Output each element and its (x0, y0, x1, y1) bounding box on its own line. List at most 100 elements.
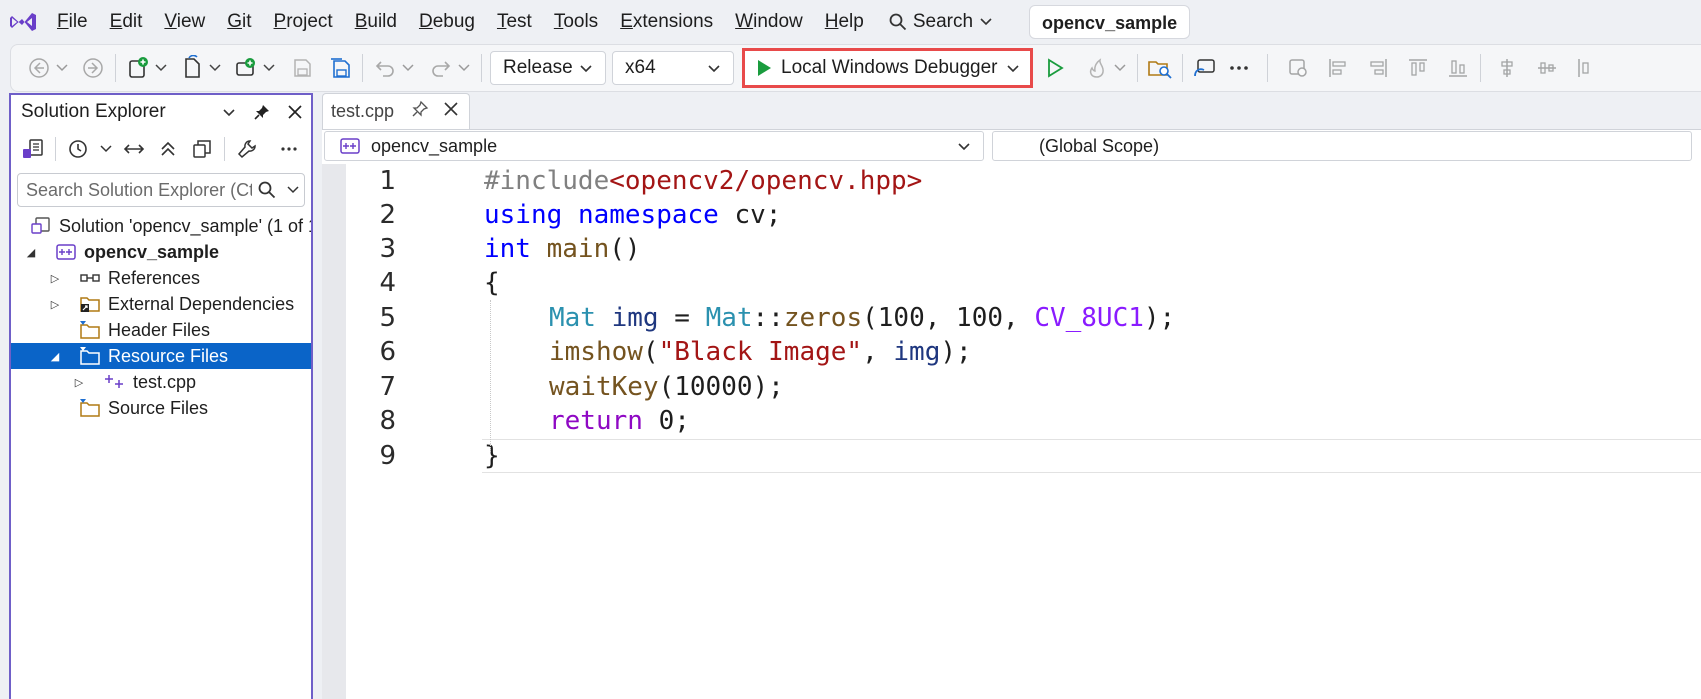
menu-extensions[interactable]: Extensions (609, 5, 724, 39)
redo-button[interactable] (427, 50, 455, 86)
collapsed-triangle-icon[interactable]: ▷ (72, 376, 86, 389)
code-token: using (484, 200, 563, 230)
project-dropdown-value: opencv_sample (371, 135, 498, 156)
code-line[interactable]: 7 waitKey(10000); (322, 370, 1701, 404)
pending-changes-filter-button[interactable] (62, 133, 94, 165)
tree-item-header-files[interactable]: Header Files (11, 317, 311, 343)
show-all-files-button[interactable] (186, 133, 218, 165)
chevron-down-icon (155, 64, 167, 72)
close-tab-button[interactable] (443, 101, 459, 122)
code-line[interactable]: 5 Mat img = Mat::zeros(100, 100, CV_8UC1… (322, 301, 1701, 335)
code-line[interactable]: 9 } (322, 439, 1701, 473)
more-options-button[interactable] (273, 133, 305, 165)
solution-platform-combo[interactable]: x64 (612, 51, 734, 85)
tree-item-external-dependencies[interactable]: ▷ External Dependencies (11, 291, 311, 317)
solution-explorer-search-input[interactable] (26, 179, 252, 201)
redo-dropdown[interactable] (455, 64, 473, 72)
center-vertically-button[interactable] (1533, 50, 1561, 86)
expanded-triangle-icon[interactable]: ◢ (24, 246, 38, 259)
code-line[interactable]: 4 { (322, 266, 1701, 300)
collapsed-triangle-icon[interactable]: ▷ (48, 298, 62, 311)
navigate-back-dropdown[interactable] (53, 64, 71, 72)
code-text-area[interactable]: 1 #include<opencv2/opencv.hpp> 2 using n… (322, 164, 1701, 699)
open-file-button[interactable] (178, 50, 206, 86)
code-line[interactable]: 2 using namespace cv; (322, 198, 1701, 232)
new-project-button[interactable] (124, 50, 152, 86)
save-button[interactable] (288, 50, 316, 86)
menu-view[interactable]: View (153, 5, 216, 39)
menu-window[interactable]: Window (724, 5, 814, 39)
layout-tool-button[interactable] (1284, 50, 1312, 86)
toolbar-overflow-button[interactable] (1225, 50, 1253, 86)
new-project-icon (129, 57, 148, 78)
tree-item-resource-files[interactable]: ◢ Resource Files (11, 343, 311, 369)
menu-edit[interactable]: Edit (99, 5, 154, 39)
search-menu[interactable]: Search (879, 5, 1003, 39)
menu-git[interactable]: Git (216, 5, 262, 39)
tree-item-source-files[interactable]: Source Files (11, 395, 311, 421)
add-item-button[interactable] (232, 50, 260, 86)
code-token: <opencv2/opencv.hpp> (609, 166, 923, 196)
live-share-button[interactable] (1191, 50, 1219, 86)
visual-studio-logo-icon[interactable] (0, 0, 46, 44)
toolbar-separator (481, 54, 482, 82)
align-top-button[interactable] (1404, 50, 1432, 86)
menu-build[interactable]: Build (344, 5, 408, 39)
add-item-dropdown[interactable] (260, 64, 278, 72)
tree-item-project[interactable]: ◢ opencv_sample (11, 239, 311, 265)
undo-dropdown[interactable] (399, 64, 417, 72)
navigate-back-button[interactable] (25, 50, 53, 86)
start-without-debugging-button[interactable] (1041, 50, 1069, 86)
menu-debug[interactable]: Debug (408, 5, 486, 39)
toolbar-separator (1136, 54, 1138, 82)
menu-help[interactable]: Help (814, 5, 875, 39)
tree-item-test-cpp[interactable]: ▷ test.cpp (11, 369, 311, 395)
close-panel-button[interactable] (278, 104, 311, 120)
tree-item-solution[interactable]: Solution 'opencv_sample' (1 of 1 (11, 213, 311, 239)
tree-item-references[interactable]: ▷ References (11, 265, 311, 291)
open-file-dropdown[interactable] (206, 64, 224, 72)
auto-hide-button[interactable] (245, 103, 278, 121)
new-project-dropdown[interactable] (152, 64, 170, 72)
properties-button[interactable] (231, 133, 263, 165)
hot-reload-dropdown[interactable] (1111, 64, 1129, 72)
menu-tools[interactable]: Tools (543, 5, 609, 39)
save-all-button[interactable] (326, 50, 354, 86)
menu-file[interactable]: File (46, 5, 99, 39)
pending-changes-filter-dropdown[interactable] (96, 133, 116, 165)
menu-test[interactable]: Test (486, 5, 543, 39)
center-horizontally-button[interactable] (1493, 50, 1521, 86)
tab-test-cpp[interactable]: test.cpp (322, 93, 470, 129)
code-line[interactable]: 3 int main() (322, 232, 1701, 266)
local-windows-debugger-button[interactable]: Local Windows Debugger (742, 48, 1033, 88)
project-dropdown[interactable]: opencv_sample (324, 131, 984, 161)
menu-project[interactable]: Project (263, 5, 344, 39)
sync-with-active-document-button[interactable] (118, 133, 150, 165)
pin-tab-button[interactable] (411, 100, 429, 123)
solution-configuration-combo[interactable]: Release (490, 51, 606, 85)
expanded-triangle-icon[interactable]: ◢ (48, 350, 62, 363)
undo-button[interactable] (371, 50, 399, 86)
tree-item-solution-label: Solution 'opencv_sample' (1 of 1 (59, 215, 311, 236)
filter-folder-icon (78, 345, 102, 367)
align-right-button[interactable] (1364, 50, 1392, 86)
align-left-button[interactable] (1324, 50, 1352, 86)
hot-reload-button[interactable] (1083, 50, 1111, 86)
code-token: namespace (577, 200, 719, 230)
search-options-dropdown[interactable] (282, 186, 304, 194)
navigate-forward-button[interactable] (79, 50, 107, 86)
window-position-button[interactable] (212, 108, 245, 117)
distribute-button[interactable] (1573, 50, 1601, 86)
search-button[interactable] (252, 181, 282, 199)
code-line[interactable]: 1 #include<opencv2/opencv.hpp> (322, 164, 1701, 198)
code-token: { (484, 268, 500, 298)
find-in-files-button[interactable] (1146, 50, 1174, 86)
code-line[interactable]: 6 imshow("Black Image", img); (322, 335, 1701, 369)
code-line[interactable]: 8 return 0; (322, 404, 1701, 438)
switch-views-button[interactable] (17, 133, 49, 165)
collapse-all-button[interactable] (152, 133, 184, 165)
scope-dropdown[interactable]: (Global Scope) (992, 131, 1692, 161)
collapsed-triangle-icon[interactable]: ▷ (48, 272, 62, 285)
align-bottom-button[interactable] (1444, 50, 1472, 86)
